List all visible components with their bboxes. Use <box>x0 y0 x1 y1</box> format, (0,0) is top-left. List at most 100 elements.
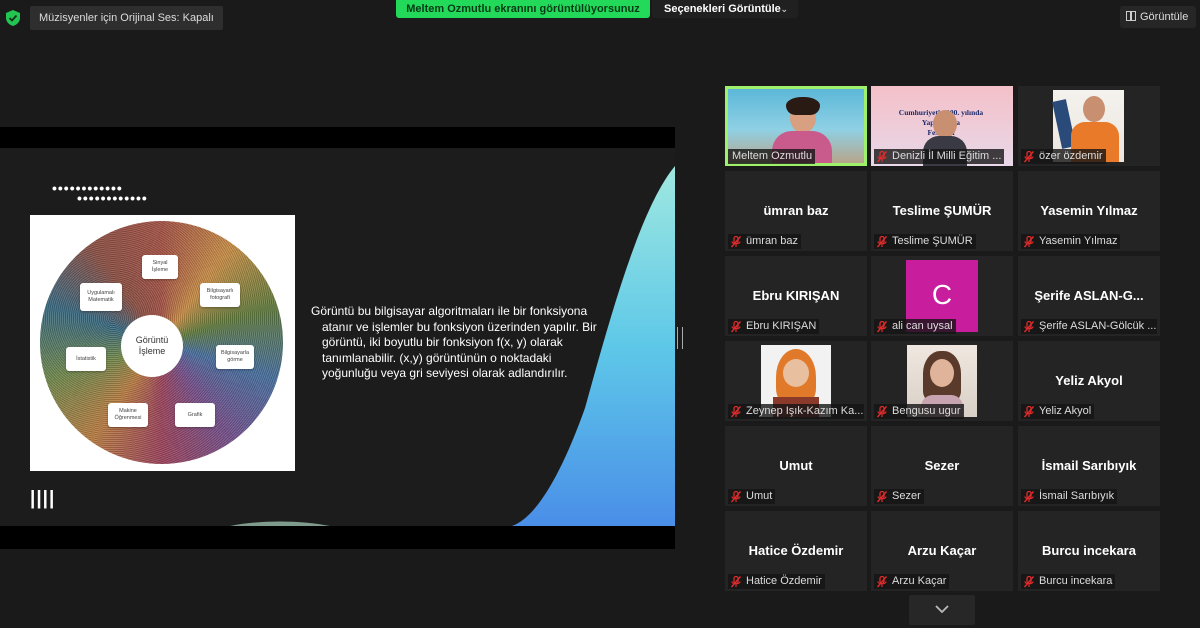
decor-bars: |||| <box>30 488 56 509</box>
participant-display-name: Yeliz Akyol <box>1055 373 1123 388</box>
participant-name-label: Meltem Ozmutlu <box>728 149 816 164</box>
participant-name-label: özer özdemir <box>1021 149 1106 164</box>
muted-mic-icon <box>1024 320 1034 332</box>
participant-name: Ebru KIRIŞAN <box>746 320 817 332</box>
chevron-down-icon <box>935 605 949 614</box>
participant-name-label: ali can uysal <box>874 319 956 334</box>
presentation-slide: •••••••••••• •••••••••••• Görüntü İşleme… <box>0 148 675 526</box>
shield-check-icon[interactable] <box>6 10 20 26</box>
participant-display-name: Arzu Kaçar <box>907 543 977 558</box>
wheel-center-label: Görüntü İşleme <box>121 315 183 377</box>
view-button[interactable]: Görüntüle <box>1120 6 1196 28</box>
participant-name-label: ümran baz <box>728 234 801 249</box>
muted-mic-icon <box>1024 150 1034 162</box>
participant-tile[interactable]: Ebru KIRIŞAN Ebru KIRIŞAN <box>725 256 867 336</box>
wheel-node: Bilgisayarla görme <box>216 345 254 369</box>
image-processing-diagram: Görüntü İşleme Sinyal İşleme Bilgisayarl… <box>30 215 295 471</box>
participant-display-name: Teslime ŞUMÜR <box>892 203 992 218</box>
decor-dots: •••••••••••• <box>77 190 148 206</box>
participant-display-name: Yasemin Yılmaz <box>1040 203 1138 218</box>
participant-name-label: Burcu incekara <box>1021 574 1116 589</box>
screen-share-banner: Meltem Ozmutlu ekranını görüntülüyorsunu… <box>396 0 650 18</box>
participant-name: ümran baz <box>746 235 798 247</box>
muted-mic-icon <box>731 320 741 332</box>
wheel-node: İstatistik <box>66 347 106 371</box>
participant-name-label: Yasemin Yılmaz <box>1021 234 1121 249</box>
participant-name-label: Ebru KIRIŞAN <box>728 319 820 334</box>
participant-name: Yasemin Yılmaz <box>1039 235 1118 247</box>
participant-name: ali can uysal <box>892 320 953 332</box>
participant-tile[interactable]: ümran baz ümran baz <box>725 171 867 251</box>
muted-mic-icon <box>877 150 887 162</box>
wheel-node: Makine Öğrenmesi <box>108 403 148 427</box>
muted-mic-icon <box>731 575 741 587</box>
splitter-handle[interactable] <box>677 327 683 349</box>
participant-name: Yeliz Akyol <box>1039 405 1092 417</box>
participant-name-label: Sezer <box>874 489 924 504</box>
participant-display-name: Umut <box>779 458 813 473</box>
participant-tile[interactable]: İsmail Sarıbıyık İsmail Sarıbıyık <box>1018 426 1160 506</box>
participant-name-label: İsmail Sarıbıyık <box>1021 489 1118 504</box>
muted-mic-icon <box>877 405 887 417</box>
participant-name-label: Umut <box>728 489 776 504</box>
participant-name-label: Zeynep Işık-Kazım Ka... <box>728 404 864 419</box>
muted-mic-icon <box>731 490 741 502</box>
muted-mic-icon <box>877 490 887 502</box>
participant-name: İsmail Sarıbıyık <box>1039 490 1115 502</box>
muted-mic-icon <box>1024 235 1034 247</box>
participant-display-name: Hatice Özdemir <box>748 543 844 558</box>
participant-display-name: Sezer <box>924 458 960 473</box>
participant-display-name: Ebru KIRIŞAN <box>752 288 840 303</box>
muted-mic-icon <box>877 235 887 247</box>
muted-mic-icon <box>731 405 741 417</box>
participant-tile[interactable]: Şerife ASLAN-G... Şerife ASLAN-Gölcük ... <box>1018 256 1160 336</box>
participant-name: Meltem Ozmutlu <box>732 150 813 162</box>
wheel-node: Uygulamalı Matematik <box>80 283 122 311</box>
participant-tile[interactable]: Zeynep Işık-Kazım Ka... <box>725 341 867 421</box>
participant-name: Denizli İl Milli Eğitim ... <box>892 150 1002 162</box>
muted-mic-icon <box>877 320 887 332</box>
participant-tile[interactable]: Cali can uysal <box>871 256 1013 336</box>
view-button-label: Görüntüle <box>1140 11 1189 23</box>
participant-name-label: Hatice Özdemir <box>728 574 825 589</box>
original-sound-toggle[interactable]: Müzisyenler için Orijinal Ses: Kapalı <box>30 6 223 30</box>
chevron-down-icon: ⌄ <box>780 4 788 14</box>
participant-name: Umut <box>746 490 773 502</box>
participant-tile[interactable]: Sezer Sezer <box>871 426 1013 506</box>
participant-name: Arzu Kaçar <box>892 575 947 587</box>
muted-mic-icon <box>1024 490 1034 502</box>
participant-tile[interactable]: Burcu incekara Burcu incekara <box>1018 511 1160 591</box>
muted-mic-icon <box>731 235 741 247</box>
participant-name-label: Yeliz Akyol <box>1021 404 1095 419</box>
gallery-page-down-button[interactable] <box>909 595 975 625</box>
participant-name-label: Bengusu ugur <box>874 404 964 419</box>
participant-tile[interactable]: Umut Umut <box>725 426 867 506</box>
muted-mic-icon <box>1024 405 1034 417</box>
participant-tile[interactable]: Cumhuriyetin 100. yılındaYapay ZekaFesti… <box>871 86 1013 166</box>
participant-tile[interactable]: Hatice Özdemir Hatice Özdemir <box>725 511 867 591</box>
participant-tile[interactable]: özer özdemir <box>1018 86 1160 166</box>
participant-name: özer özdemir <box>1039 150 1103 162</box>
participant-display-name: ümran baz <box>763 203 829 218</box>
wheel-node: Bilgisayarlı fotografi <box>200 283 240 307</box>
participant-name: Zeynep Işık-Kazım Ka... <box>746 405 864 417</box>
shared-screen[interactable]: •••••••••••• •••••••••••• Görüntü İşleme… <box>0 127 675 549</box>
participant-name: Hatice Özdemir <box>746 575 822 587</box>
participant-name-label: Teslime ŞUMÜR <box>874 234 976 249</box>
participant-name-label: Denizli İl Milli Eğitim ... <box>874 149 1005 164</box>
participant-tile[interactable]: Arzu Kaçar Arzu Kaçar <box>871 511 1013 591</box>
participant-tile[interactable]: Teslime ŞUMÜR Teslime ŞUMÜR <box>871 171 1013 251</box>
participant-tile[interactable]: Yeliz Akyol Yeliz Akyol <box>1018 341 1160 421</box>
participant-tile[interactable]: Bengusu ugur <box>871 341 1013 421</box>
view-options-label: Seçenekleri Görüntüle <box>664 3 781 15</box>
participant-display-name: Şerife ASLAN-G... <box>1034 288 1144 303</box>
participant-tile[interactable]: Yasemin Yılmaz Yasemin Yılmaz <box>1018 171 1160 251</box>
view-options-button[interactable]: Seçenekleri Görüntüle ⌄ <box>652 0 798 18</box>
participant-name: Şerife ASLAN-Gölcük ... <box>1039 320 1157 332</box>
participant-tile[interactable]: Meltem Ozmutlu <box>725 86 867 166</box>
muted-mic-icon <box>1024 575 1034 587</box>
participant-display-name: İsmail Sarıbıyık <box>1041 458 1137 473</box>
participant-display-name: Burcu incekara <box>1042 543 1136 558</box>
avatar-letter: C <box>931 279 953 310</box>
participant-name: Burcu incekara <box>1039 575 1113 587</box>
